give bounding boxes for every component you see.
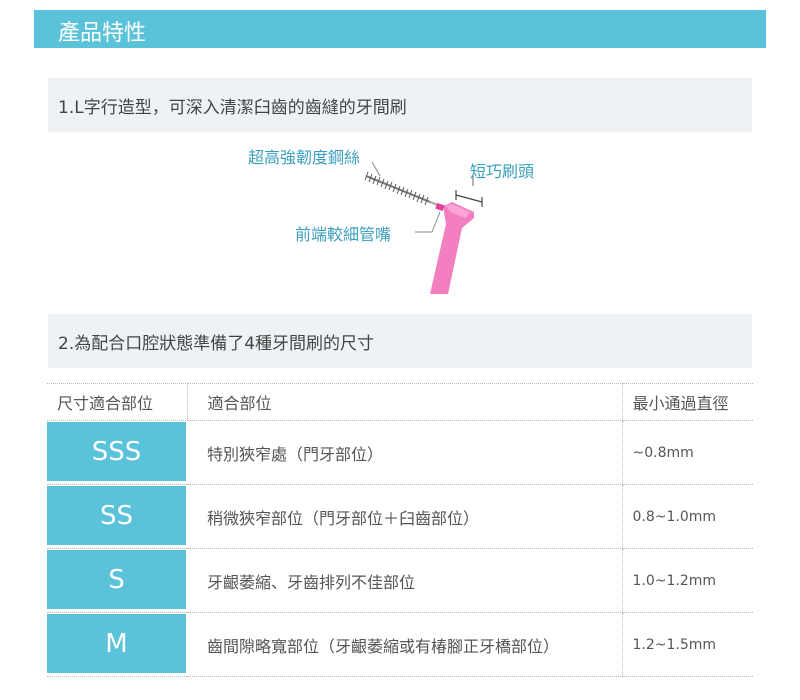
table-row: SS 稍微狹窄部位（門牙部位＋臼齒部位） 0.8~1.0mm xyxy=(47,484,753,549)
header-bar: 產品特性 xyxy=(34,10,766,48)
min-diameter: 0.8~1.0mm xyxy=(622,484,753,549)
min-diameter: ~0.8mm xyxy=(622,420,753,485)
column-header: 尺寸適合部位 xyxy=(47,383,188,421)
section-2-title: 2.為配合口腔狀態準備了4種牙間刷的尺寸 xyxy=(58,334,375,354)
column-header: 最小通過直徑 xyxy=(622,383,753,421)
interdental-brush-illustration xyxy=(364,161,483,294)
section-1-heading: 1.L字行造型，可深入清潔臼齒的齒縫的牙間刷 xyxy=(48,78,752,132)
brush-size-table: 尺寸適合部位 適合部位 最小通過直徑 SSS 特別狹窄處（門牙部位） ~0.8m… xyxy=(47,383,753,677)
size-badge: M xyxy=(47,614,186,673)
suitable-area: 齒間隙略寬部位（牙齦萎縮或有椿腳正牙橋部位） xyxy=(187,612,623,677)
section-1-title: 1.L字行造型，可深入清潔臼齒的齒縫的牙間刷 xyxy=(58,98,407,118)
size-badge: S xyxy=(47,550,186,609)
section-2-heading: 2.為配合口腔狀態準備了4種牙間刷的尺寸 xyxy=(48,314,752,368)
table-row: M 齒間隙略寬部位（牙齦萎縮或有椿腳正牙橋部位） 1.2~1.5mm xyxy=(47,612,753,677)
size-badge: SS xyxy=(47,486,186,545)
min-diameter: 1.0~1.2mm xyxy=(622,548,753,613)
table-row: SSS 特別狹窄處（門牙部位） ~0.8mm xyxy=(47,420,753,485)
wire-leader-line xyxy=(371,161,381,177)
short-head-callout: 短巧刷頭 xyxy=(470,162,535,181)
head-span-marker xyxy=(455,194,483,203)
table-header-row: 尺寸適合部位 適合部位 最小通過直徑 xyxy=(47,383,753,421)
column-header: 適合部位 xyxy=(187,383,623,421)
page-title: 產品特性 xyxy=(58,21,147,46)
size-badge: SSS xyxy=(47,422,186,481)
min-diameter: 1.2~1.5mm xyxy=(622,612,753,677)
suitable-area: 牙齦萎縮、牙齒排列不佳部位 xyxy=(187,548,623,613)
brush-diagram: 超高強韌度鋼絲 短巧刷頭 前端較細管嘴 xyxy=(0,132,800,302)
tip-callout: 前端較細管嘴 xyxy=(295,225,392,244)
wire-callout: 超高強韌度鋼絲 xyxy=(248,148,361,167)
suitable-area: 稍微狹窄部位（門牙部位＋臼齒部位） xyxy=(187,484,623,549)
suitable-area: 特別狹窄處（門牙部位） xyxy=(187,420,623,485)
table-row: S 牙齦萎縮、牙齒排列不佳部位 1.0~1.2mm xyxy=(47,548,753,613)
